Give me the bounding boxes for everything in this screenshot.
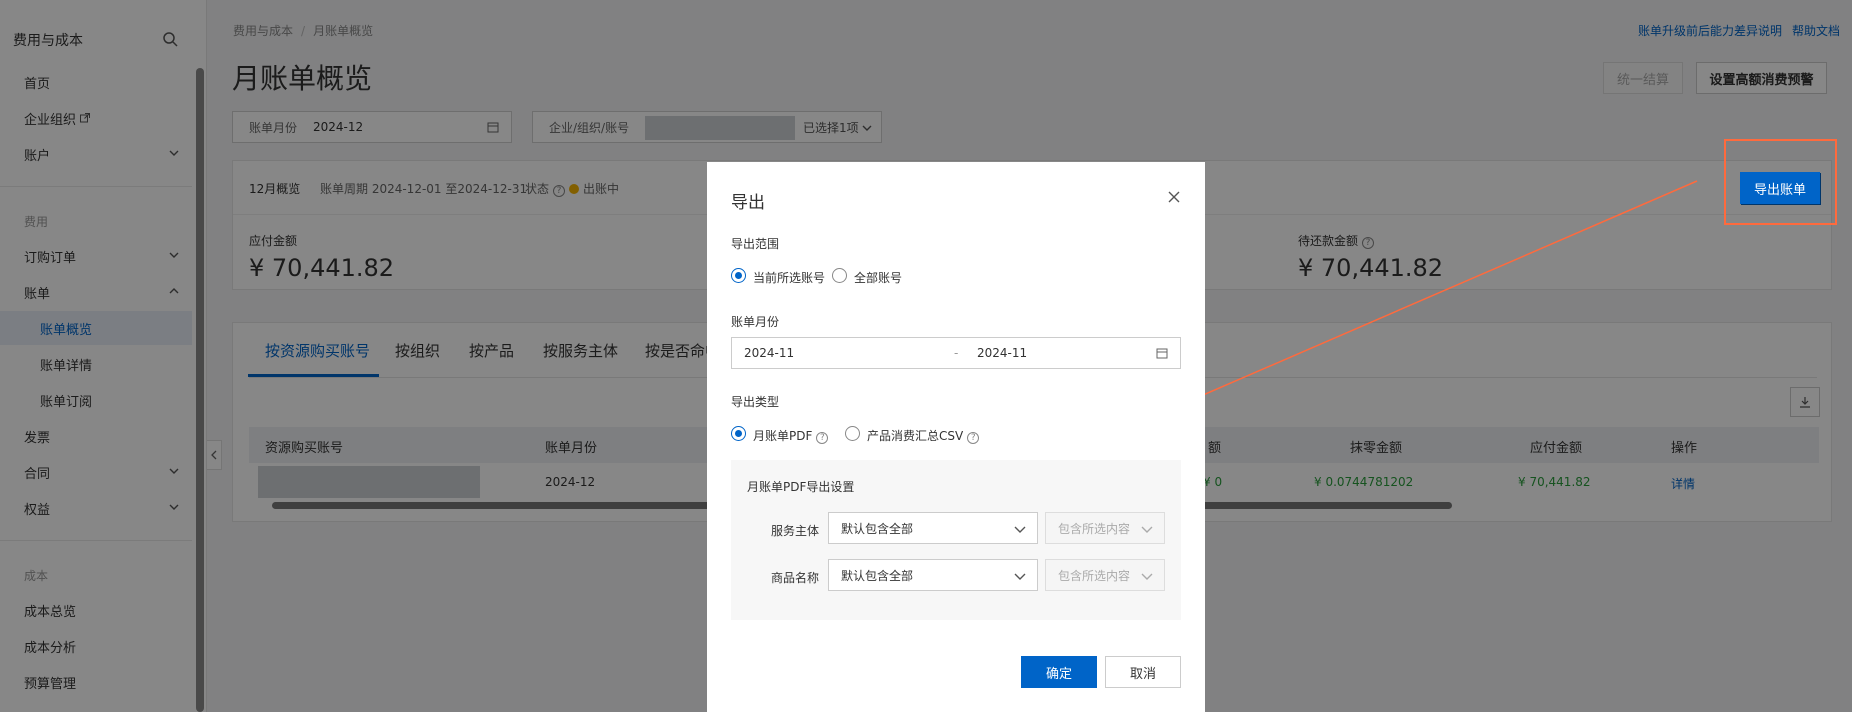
month-range-picker[interactable]: 2024-11 - 2024-11 bbox=[731, 337, 1181, 369]
type-csv-radio[interactable] bbox=[845, 426, 860, 441]
product-select[interactable]: 默认包含全部 bbox=[828, 559, 1038, 591]
type-csv-label[interactable]: 产品消费汇总CSV? bbox=[867, 427, 980, 444]
help-icon: ? bbox=[816, 432, 829, 444]
settings-title: 月账单PDF导出设置 bbox=[747, 480, 855, 494]
product-include-select[interactable]: 包含所选内容 bbox=[1045, 559, 1165, 591]
month-label: 账单月份 bbox=[731, 315, 780, 329]
scope-current-label[interactable]: 当前所选账号 bbox=[753, 269, 825, 286]
scope-current-radio[interactable] bbox=[731, 268, 746, 283]
range-start[interactable]: 2024-11 bbox=[744, 346, 794, 360]
service-include-select[interactable]: 包含所选内容 bbox=[1045, 512, 1165, 544]
product-label: 商品名称 bbox=[771, 571, 820, 585]
service-select[interactable]: 默认包含全部 bbox=[828, 512, 1038, 544]
range-separator: - bbox=[954, 346, 959, 360]
scope-label: 导出范围 bbox=[731, 237, 780, 251]
pdf-settings-section: 月账单PDF导出设置 服务主体 默认包含全部 包含所选内容 商品名称 默认包含全… bbox=[731, 460, 1181, 620]
help-icon: ? bbox=[967, 432, 980, 444]
range-end[interactable]: 2024-11 bbox=[977, 346, 1027, 360]
chevron-down-icon bbox=[1141, 573, 1153, 580]
close-icon[interactable] bbox=[1167, 190, 1181, 204]
type-pdf-label[interactable]: 月账单PDF? bbox=[753, 427, 829, 444]
scope-all-radio[interactable] bbox=[832, 268, 847, 283]
chevron-down-icon bbox=[1141, 526, 1153, 533]
cancel-button[interactable]: 取消 bbox=[1105, 656, 1181, 688]
type-label: 导出类型 bbox=[731, 395, 780, 409]
calendar-icon bbox=[1156, 348, 1168, 359]
service-label: 服务主体 bbox=[771, 524, 820, 538]
dialog-title: 导出 bbox=[731, 193, 765, 213]
chevron-down-icon bbox=[1014, 526, 1026, 533]
scope-all-label[interactable]: 全部账号 bbox=[854, 269, 902, 286]
export-dialog: 导出 导出范围 当前所选账号 全部账号 账单月份 2024-11 - 2024-… bbox=[707, 162, 1205, 712]
chevron-down-icon bbox=[1014, 573, 1026, 580]
confirm-button[interactable]: 确定 bbox=[1021, 656, 1097, 688]
type-pdf-radio[interactable] bbox=[731, 426, 746, 441]
